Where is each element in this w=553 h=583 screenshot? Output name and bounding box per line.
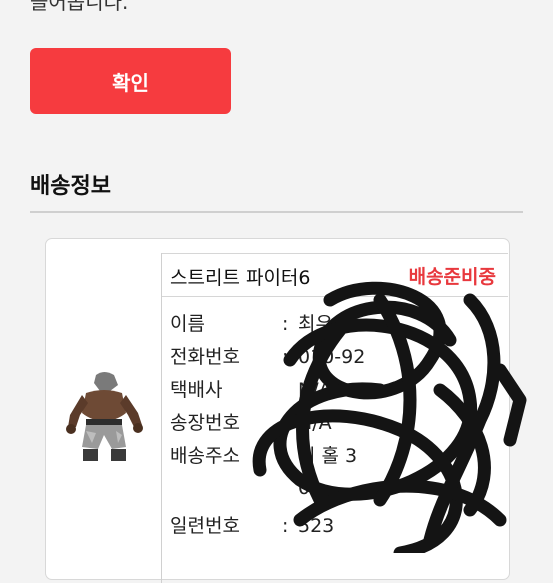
field-phone: 전화번호:010-92 (170, 342, 365, 369)
confirm-button[interactable]: 확인 (30, 48, 231, 114)
field-separator: : (282, 313, 289, 335)
field-label: 일련번호 (170, 515, 240, 537)
status-badge: 배송준비중 (408, 266, 496, 288)
field-serial: 일련번호:523 (170, 511, 334, 538)
field-address: 배송주소 시 홀 3 (170, 441, 357, 468)
field-name: 이름: 최우 (170, 309, 333, 336)
section-divider (30, 211, 523, 213)
field-address-line2: 0 (170, 477, 310, 499)
order-info: 스트리트 파이터6 배송준비중 이름: 최우 전화번호:010-92 택배사 N/A… (161, 253, 508, 583)
product-name: 스트리트 파이터6 (170, 267, 311, 289)
field-label: 전화번호 (170, 346, 240, 368)
field-separator: : (282, 515, 289, 537)
product-figure-image (56, 369, 152, 465)
field-value: 523 (298, 515, 335, 537)
field-value: 최우 (298, 313, 333, 335)
field-value: 010-92 (298, 346, 366, 368)
field-courier: 택배사 N/A (170, 375, 332, 402)
field-label: 송장번호 (170, 412, 240, 434)
field-separator: : (282, 346, 289, 368)
top-partial-text: 들어옵니다. (30, 0, 129, 14)
product-row: 스트리트 파이터6 배송준비중 (162, 253, 508, 297)
section-title: 배송정보 (30, 174, 111, 199)
field-tracking: 송장번호 N/A (170, 408, 332, 435)
field-label: 택배사 (170, 379, 223, 401)
field-label: 배송주소 (170, 445, 240, 467)
field-value: 시 홀 3 (298, 445, 358, 467)
field-value: N/A (298, 379, 332, 401)
field-value: N/A (298, 412, 332, 434)
field-label: 이름 (170, 313, 205, 335)
field-value: 0 (298, 477, 311, 499)
order-card: 스트리트 파이터6 배송준비중 이름: 최우 전화번호:010-92 택배사 N/A… (45, 238, 510, 583)
